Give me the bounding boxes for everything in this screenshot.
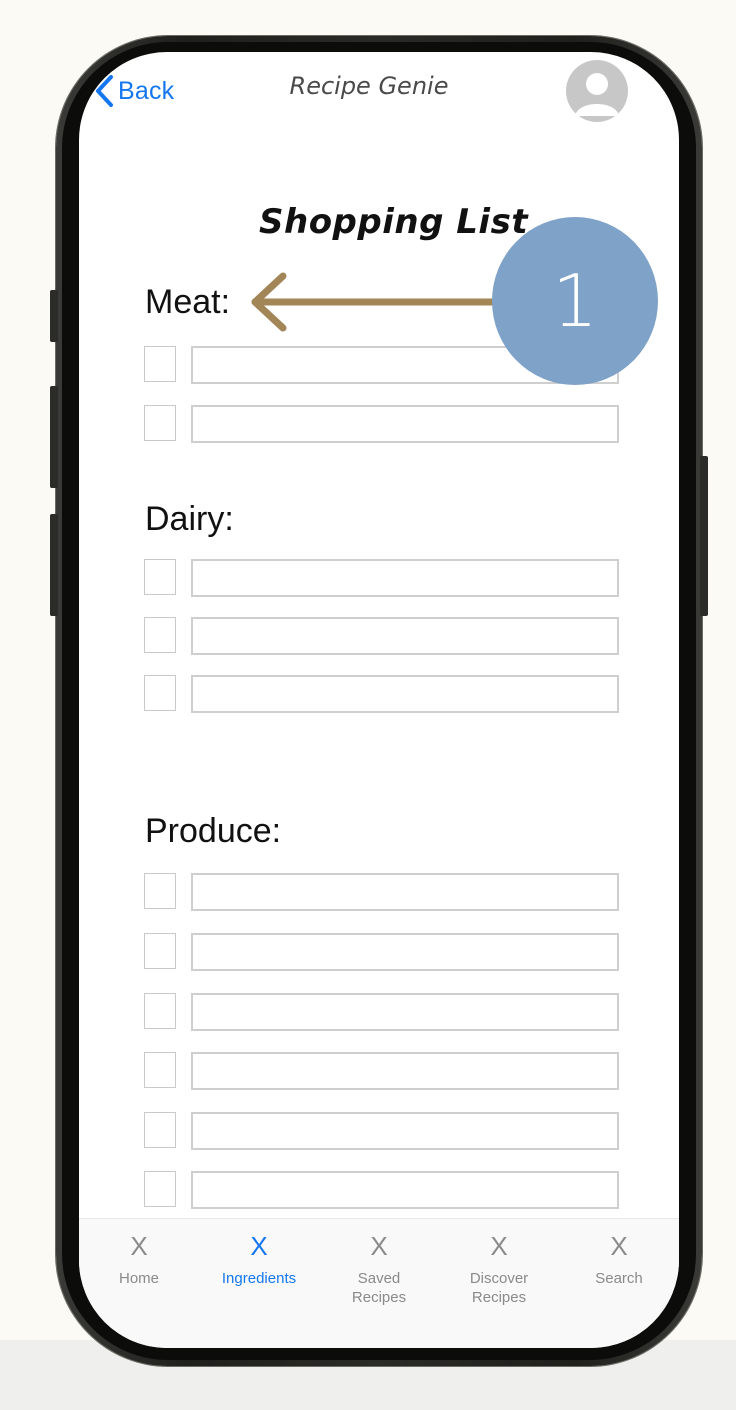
phone-volume-up	[50, 386, 58, 488]
section-title-produce: Produce:	[145, 812, 282, 850]
tab-saved-recipes-label: Saved Recipes	[351, 1270, 407, 1306]
annotation-badge: 1	[492, 217, 658, 385]
item-checkbox[interactable]	[144, 559, 176, 595]
tab-search[interactable]: X Search	[559, 1229, 679, 1288]
tab-saved-recipes[interactable]: X Saved Recipes	[319, 1229, 439, 1307]
tab-home[interactable]: X Home	[79, 1229, 199, 1288]
phone-screen: Back Recipe Genie Shopping List Meat: Da…	[79, 52, 679, 1348]
item-input[interactable]	[191, 1052, 619, 1090]
annotation-arrow-icon	[251, 272, 501, 332]
phone-mute-switch	[50, 290, 58, 342]
item-checkbox[interactable]	[144, 346, 176, 382]
item-input[interactable]	[191, 559, 619, 597]
page-title: Shopping List	[259, 202, 529, 242]
section-title-dairy: Dairy:	[145, 500, 234, 538]
item-input[interactable]	[191, 405, 619, 443]
item-checkbox[interactable]	[144, 617, 176, 653]
section-title-meat: Meat:	[145, 283, 231, 321]
item-input[interactable]	[191, 933, 619, 971]
tab-ingredients-icon: X	[250, 1231, 268, 1261]
user-avatar-icon[interactable]	[566, 60, 628, 122]
item-input[interactable]	[191, 1171, 619, 1209]
tab-discover-recipes[interactable]: X Discover Recipes	[439, 1229, 559, 1307]
item-checkbox[interactable]	[144, 993, 176, 1029]
tab-search-label: Search	[595, 1270, 643, 1287]
phone-power-button	[700, 456, 708, 616]
tab-bar: X Home X Ingredients X Saved Recipes X D…	[79, 1218, 679, 1348]
stage: Back Recipe Genie Shopping List Meat: Da…	[0, 0, 736, 1410]
tab-search-icon: X	[610, 1231, 628, 1261]
item-checkbox[interactable]	[144, 1112, 176, 1148]
item-input[interactable]	[191, 1112, 619, 1150]
item-input[interactable]	[191, 675, 619, 713]
tab-discover-recipes-icon: X	[490, 1231, 508, 1261]
tab-discover-recipes-label: Discover Recipes	[469, 1270, 529, 1306]
tab-saved-recipes-icon: X	[370, 1231, 388, 1261]
item-checkbox[interactable]	[144, 1052, 176, 1088]
item-input[interactable]	[191, 617, 619, 655]
item-checkbox[interactable]	[144, 933, 176, 969]
tab-ingredients-label: Ingredients	[221, 1270, 297, 1287]
item-checkbox[interactable]	[144, 405, 176, 441]
tab-home-label: Home	[118, 1270, 159, 1287]
item-checkbox[interactable]	[144, 1171, 176, 1207]
tab-ingredients[interactable]: X Ingredients	[199, 1229, 319, 1288]
item-checkbox[interactable]	[144, 873, 176, 909]
phone-volume-down	[50, 514, 58, 616]
item-input[interactable]	[191, 873, 619, 911]
tab-home-icon: X	[130, 1231, 148, 1261]
item-input[interactable]	[191, 993, 619, 1031]
item-checkbox[interactable]	[144, 675, 176, 711]
avatar-silhouette	[575, 73, 619, 116]
